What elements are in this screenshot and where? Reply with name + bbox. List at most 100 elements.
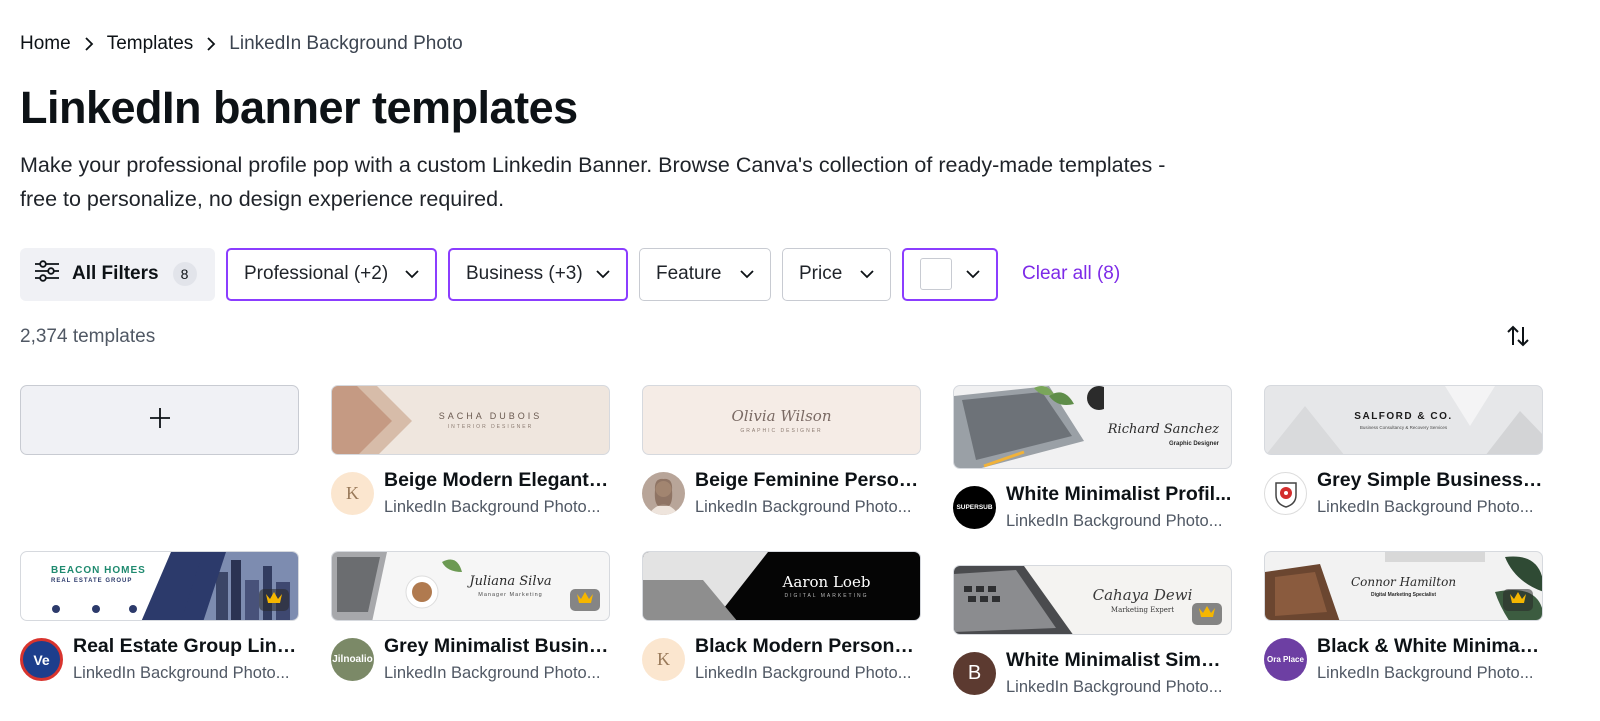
thumbnail-name-text: Olivia Wilson	[731, 406, 832, 425]
template-title[interactable]: Grey Simple Business C...	[1317, 469, 1543, 492]
thumbnail-name-text: Cahaya Dewi	[1092, 586, 1193, 604]
thumbnail-name-text: Richard Sanchez	[1107, 421, 1219, 437]
template-thumbnail[interactable]: Aaron Loeb DIGITAL MARKETING	[642, 551, 921, 621]
price-filter-dropdown[interactable]: Price	[782, 247, 891, 301]
template-card[interactable]: Richard Sanchez Graphic Designer SUPERSU…	[953, 385, 1232, 533]
template-card[interactable]: BEACON HOMES REAL ESTATE GROUP Ve Real E…	[20, 551, 299, 685]
template-thumbnail[interactable]: Olivia Wilson GRAPHIC DESIGNER	[642, 385, 921, 455]
template-subtitle: LinkedIn Background Photo...	[73, 664, 290, 682]
template-thumbnail[interactable]: BEACON HOMES REAL ESTATE GROUP	[20, 551, 299, 621]
premium-crown-badge	[1503, 589, 1533, 611]
premium-crown-badge	[570, 589, 600, 611]
template-card[interactable]: Olivia Wilson GRAPHIC DESIGNER Beige Fem…	[642, 385, 921, 519]
template-thumbnail[interactable]: SALFORD & CO. Business Consultancy & Rec…	[1264, 385, 1543, 455]
template-thumbnail[interactable]: SACHA DUBOIS INTERIOR DESIGNER	[331, 385, 610, 455]
template-thumbnail[interactable]: Connor Hamilton Digital Marketing Specia…	[1264, 551, 1543, 621]
template-title[interactable]: Grey Minimalist Busine...	[384, 635, 610, 658]
chevron-down-icon	[405, 269, 419, 279]
template-subtitle: LinkedIn Background Photo...	[695, 498, 912, 516]
template-thumbnail[interactable]: Juliana Silva Manager Marketing	[331, 551, 610, 621]
template-card[interactable]: SALFORD & CO. Business Consultancy & Rec…	[1264, 385, 1543, 519]
thumbnail-subtitle-text: Graphic Designer	[1168, 440, 1219, 447]
template-title[interactable]: Beige Feminine Person...	[695, 469, 921, 492]
thumbnail-subtitle-text: Manager Marketing	[478, 592, 543, 598]
template-title[interactable]: White Minimalist Profil...	[1006, 483, 1232, 506]
professional-filter-label: Professional (+2)	[244, 263, 389, 284]
template-subtitle: LinkedIn Background Photo...	[1006, 512, 1223, 530]
clear-all-link[interactable]: Clear all (8)	[1022, 263, 1120, 285]
create-blank-button[interactable]	[20, 385, 299, 455]
thumbnail-subtitle-text: Marketing Expert	[1110, 606, 1175, 614]
thumbnail-subtitle-text: Digital Marketing Specialist	[1370, 591, 1437, 598]
template-title[interactable]: Black & White Minimali...	[1317, 635, 1543, 658]
template-thumbnail[interactable]: Richard Sanchez Graphic Designer	[953, 385, 1232, 469]
filter-count-badge: 8	[172, 262, 197, 286]
premium-crown-badge	[259, 589, 289, 611]
crown-icon	[1509, 591, 1527, 610]
avatar: K	[331, 472, 374, 515]
chevron-down-icon	[860, 269, 874, 279]
avatar	[1264, 472, 1307, 515]
thumbnail-subtitle-text: GRAPHIC DESIGNER	[740, 427, 823, 434]
price-filter-label: Price	[799, 263, 843, 284]
template-subtitle: LinkedIn Background Photo...	[695, 664, 912, 682]
avatar: Jilnoalio	[331, 638, 374, 681]
all-filters-label: All Filters	[72, 263, 159, 284]
template-thumbnail[interactable]: Cahaya Dewi Marketing Expert	[953, 565, 1232, 635]
sort-button[interactable]	[1502, 322, 1534, 354]
template-card[interactable]: Aaron Loeb DIGITAL MARKETING K Black Mod…	[642, 551, 921, 685]
avatar: SUPERSUB	[953, 486, 996, 529]
chevron-down-icon	[596, 269, 610, 279]
business-filter-dropdown[interactable]: Business (+3)	[448, 247, 628, 301]
thumbnail-name-text: Connor Hamilton	[1350, 574, 1457, 589]
breadcrumb-templates[interactable]: Templates	[107, 33, 194, 55]
thumbnail-name-text: BEACON HOMES	[51, 565, 146, 576]
breadcrumb: Home Templates LinkedIn Background Photo	[20, 33, 463, 55]
feature-filter-dropdown[interactable]: Feature	[639, 247, 771, 301]
sliders-icon	[34, 259, 60, 289]
thumbnail-subtitle-text: REAL ESTATE GROUP	[51, 578, 133, 584]
template-card[interactable]: Cahaya Dewi Marketing Expert B White Min…	[953, 565, 1232, 699]
all-filters-button[interactable]: All Filters 8	[20, 247, 215, 301]
template-card[interactable]: Connor Hamilton Digital Marketing Specia…	[1264, 551, 1543, 685]
thumbnail-name-text: Aaron Loeb	[782, 573, 871, 591]
template-title[interactable]: Black Modern Personal...	[695, 635, 921, 658]
template-subtitle: LinkedIn Background Photo...	[1317, 664, 1534, 682]
thumbnail-subtitle-text: DIGITAL MARKETING	[784, 593, 869, 599]
plus-icon	[149, 407, 171, 434]
template-subtitle: LinkedIn Background Photo...	[384, 498, 601, 516]
professional-filter-dropdown[interactable]: Professional (+2)	[226, 247, 437, 301]
thumbnail-subtitle-text: Business Consultancy & Recovery Services	[1359, 424, 1448, 430]
template-count: 2,374 templates	[20, 326, 156, 347]
template-card[interactable]: SACHA DUBOIS INTERIOR DESIGNER K Beige M…	[331, 385, 610, 519]
business-filter-label: Business (+3)	[466, 263, 583, 284]
thumbnail-subtitle-text: INTERIOR DESIGNER	[447, 423, 534, 430]
feature-filter-label: Feature	[656, 263, 722, 284]
template-subtitle: LinkedIn Background Photo...	[1317, 498, 1534, 516]
breadcrumb-current[interactable]: LinkedIn Background Photo	[229, 33, 462, 55]
premium-crown-badge	[1192, 603, 1222, 625]
breadcrumb-home[interactable]: Home	[20, 33, 71, 55]
template-title[interactable]: Beige Modern Elegant ...	[384, 469, 610, 492]
sort-arrows-icon	[1505, 324, 1531, 353]
avatar: K	[642, 638, 685, 681]
avatar: B	[953, 652, 996, 695]
color-swatch	[920, 258, 952, 290]
avatar	[642, 472, 685, 515]
template-subtitle: LinkedIn Background Photo...	[384, 664, 601, 682]
chevron-right-icon	[71, 37, 107, 51]
template-title[interactable]: White Minimalist Simpl...	[1006, 649, 1232, 672]
thumbnail-name-text: SALFORD & CO.	[1354, 410, 1453, 422]
page-title: LinkedIn banner templates	[20, 82, 578, 133]
crown-icon	[1198, 605, 1216, 624]
template-card[interactable]: Juliana Silva Manager Marketing Jilnoali…	[331, 551, 610, 685]
filter-bar: All Filters 8 Professional (+2) Business…	[20, 247, 1120, 301]
avatar: Ve	[20, 638, 63, 681]
chevron-down-icon	[740, 269, 754, 279]
template-title[interactable]: Real Estate Group Link...	[73, 635, 299, 658]
color-filter-dropdown[interactable]	[902, 247, 998, 301]
template-subtitle: LinkedIn Background Photo...	[1006, 678, 1223, 696]
thumbnail-name-text: SACHA DUBOIS	[438, 410, 543, 421]
chevron-right-icon	[193, 37, 229, 51]
thumbnail-name-text: Juliana Silva	[469, 574, 552, 589]
